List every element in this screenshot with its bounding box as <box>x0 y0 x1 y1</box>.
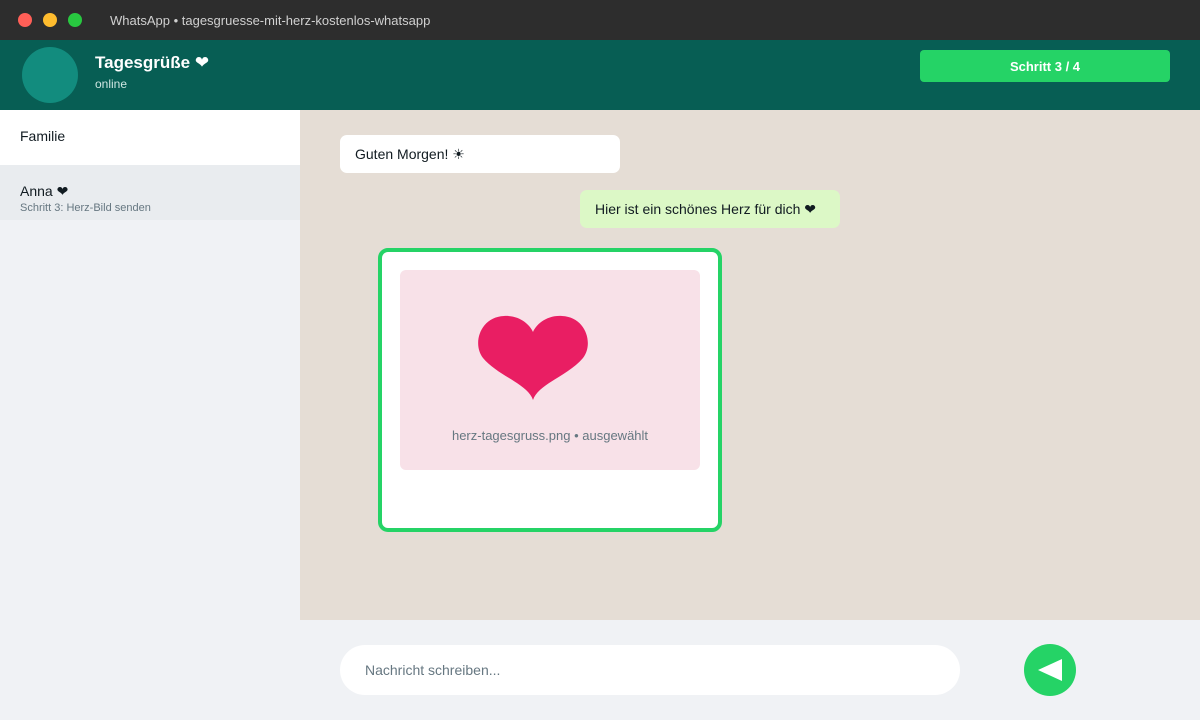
maximize-window-button[interactable] <box>68 13 82 27</box>
chat-header: Tagesgrüße ❤ online Schritt 3 / 4 <box>0 40 1200 110</box>
window-title: WhatsApp • tagesgruesse-mit-herz-kostenl… <box>110 13 431 28</box>
message-text: Guten Morgen! ☀ <box>355 145 465 162</box>
chat-list-sidebar: Familie Anna ❤ Schritt 3: Herz-Bild send… <box>0 110 300 720</box>
chat-title: Tagesgrüße ❤ <box>95 53 210 72</box>
message-composer <box>300 620 1200 720</box>
heart-icon <box>478 315 588 400</box>
outgoing-message: Hier ist ein schönes Herz für dich ❤ <box>580 190 840 228</box>
chat-list-item-familie[interactable]: Familie <box>0 110 300 165</box>
chat-list-item-name: Familie <box>20 128 66 144</box>
conversation-area: Guten Morgen! ☀ Hier ist ein schönes Her… <box>300 110 1200 620</box>
chat-list-item-name: Anna ❤ <box>20 183 69 199</box>
chat-list-item-anna[interactable]: Anna ❤ Schritt 3: Herz-Bild senden <box>0 165 300 220</box>
send-icon <box>1038 659 1062 681</box>
message-input[interactable] <box>340 645 960 695</box>
selected-image-attachment[interactable]: herz-tagesgruss.png • ausgewählt <box>378 248 722 532</box>
image-preview: herz-tagesgruss.png • ausgewählt <box>400 270 700 470</box>
chat-status: online <box>95 77 128 91</box>
minimize-window-button[interactable] <box>43 13 57 27</box>
message-text: Hier ist ein schönes Herz für dich ❤ <box>595 200 817 217</box>
chat-list-item-subtitle: Schritt 3: Herz-Bild senden <box>20 202 151 214</box>
send-button[interactable] <box>1024 644 1076 696</box>
avatar[interactable] <box>22 47 78 103</box>
image-filename-caption: herz-tagesgruss.png • ausgewählt <box>451 428 649 443</box>
incoming-message: Guten Morgen! ☀ <box>340 135 620 173</box>
close-window-button[interactable] <box>18 13 32 27</box>
step-progress-button[interactable]: Schritt 3 / 4 <box>920 50 1170 82</box>
window-titlebar: WhatsApp • tagesgruesse-mit-herz-kostenl… <box>0 0 1200 40</box>
